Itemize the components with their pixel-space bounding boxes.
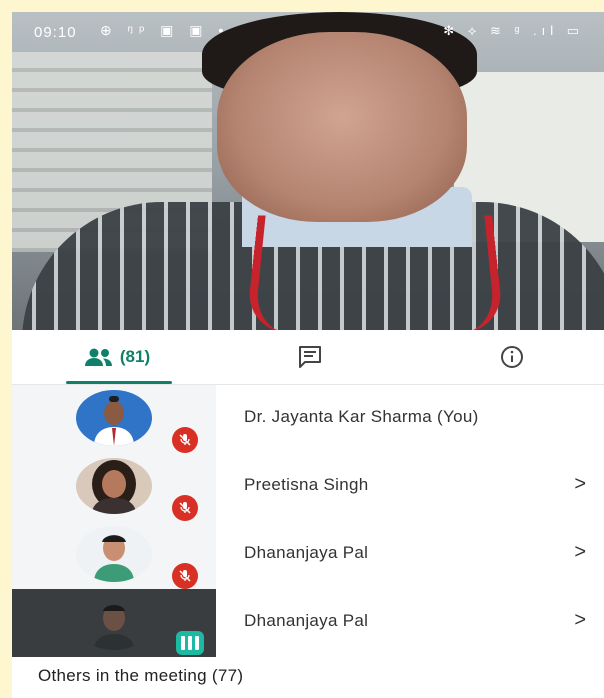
chevron-right-icon[interactable]: > bbox=[574, 473, 586, 496]
participant-thumbnail bbox=[12, 385, 216, 453]
speaking-indicator-icon bbox=[176, 631, 204, 655]
participant-thumbnail bbox=[12, 521, 216, 589]
main-video-feed[interactable]: 09:10 ⊕ ᵑᵖ ▣ ▣ • ✻ ⟡ ≋ ᵍ .ıl ▭ bbox=[12, 12, 604, 330]
participant-name: Dr. Jayanta Kar Sharma (You) bbox=[244, 407, 479, 426]
tab-people[interactable]: (81) bbox=[52, 330, 182, 384]
mic-muted-icon bbox=[172, 427, 198, 453]
info-icon bbox=[501, 346, 523, 368]
avatar bbox=[76, 390, 152, 446]
speaker-lanyard bbox=[245, 215, 505, 330]
status-bar: 09:10 ⊕ ᵑᵖ ▣ ▣ • ✻ ⟡ ≋ ᵍ .ıl ▭ bbox=[12, 12, 604, 52]
participant-name: Dhananjaya Pal bbox=[244, 543, 369, 562]
participant-name: Preetisna Singh bbox=[244, 475, 369, 494]
avatar bbox=[76, 526, 152, 582]
avatar bbox=[76, 458, 152, 514]
mic-muted-icon bbox=[172, 495, 198, 521]
participant-row[interactable]: Dhananjaya Pal > bbox=[12, 521, 604, 589]
system-icons: ✻ ⟡ ≋ ᵍ .ıl ▭ bbox=[443, 23, 584, 38]
chevron-right-icon[interactable]: > bbox=[574, 609, 586, 632]
participant-row[interactable]: Preetisna Singh > bbox=[12, 453, 604, 521]
notification-icons: ⊕ ᵑᵖ ▣ ▣ • bbox=[100, 22, 230, 38]
chat-icon bbox=[299, 346, 321, 368]
mic-muted-icon bbox=[172, 563, 198, 589]
participant-thumbnail bbox=[12, 453, 216, 521]
people-count: (81) bbox=[119, 347, 151, 366]
participant-row[interactable]: Dhananjaya Pal > bbox=[12, 589, 604, 657]
status-time: 09:10 bbox=[34, 24, 77, 41]
tab-chat[interactable] bbox=[280, 330, 340, 384]
others-in-meeting-header: Others in the meeting (77) bbox=[38, 666, 244, 685]
participant-thumbnail bbox=[12, 589, 216, 657]
people-icon bbox=[84, 348, 112, 366]
active-tab-indicator bbox=[66, 381, 172, 384]
meeting-tabs: (81) bbox=[12, 330, 604, 385]
meeting-screen: 09:10 ⊕ ᵑᵖ ▣ ▣ • ✻ ⟡ ≋ ᵍ .ıl ▭ (81) Dr. … bbox=[12, 12, 604, 698]
avatar bbox=[76, 594, 152, 650]
speaker-face bbox=[217, 32, 467, 222]
participant-list: Dr. Jayanta Kar Sharma (You) Preetisna S… bbox=[12, 385, 604, 657]
participant-name: Dhananjaya Pal bbox=[244, 611, 369, 630]
participant-row[interactable]: Dr. Jayanta Kar Sharma (You) bbox=[12, 385, 604, 453]
tab-info[interactable] bbox=[482, 330, 542, 384]
chevron-right-icon[interactable]: > bbox=[574, 541, 586, 564]
